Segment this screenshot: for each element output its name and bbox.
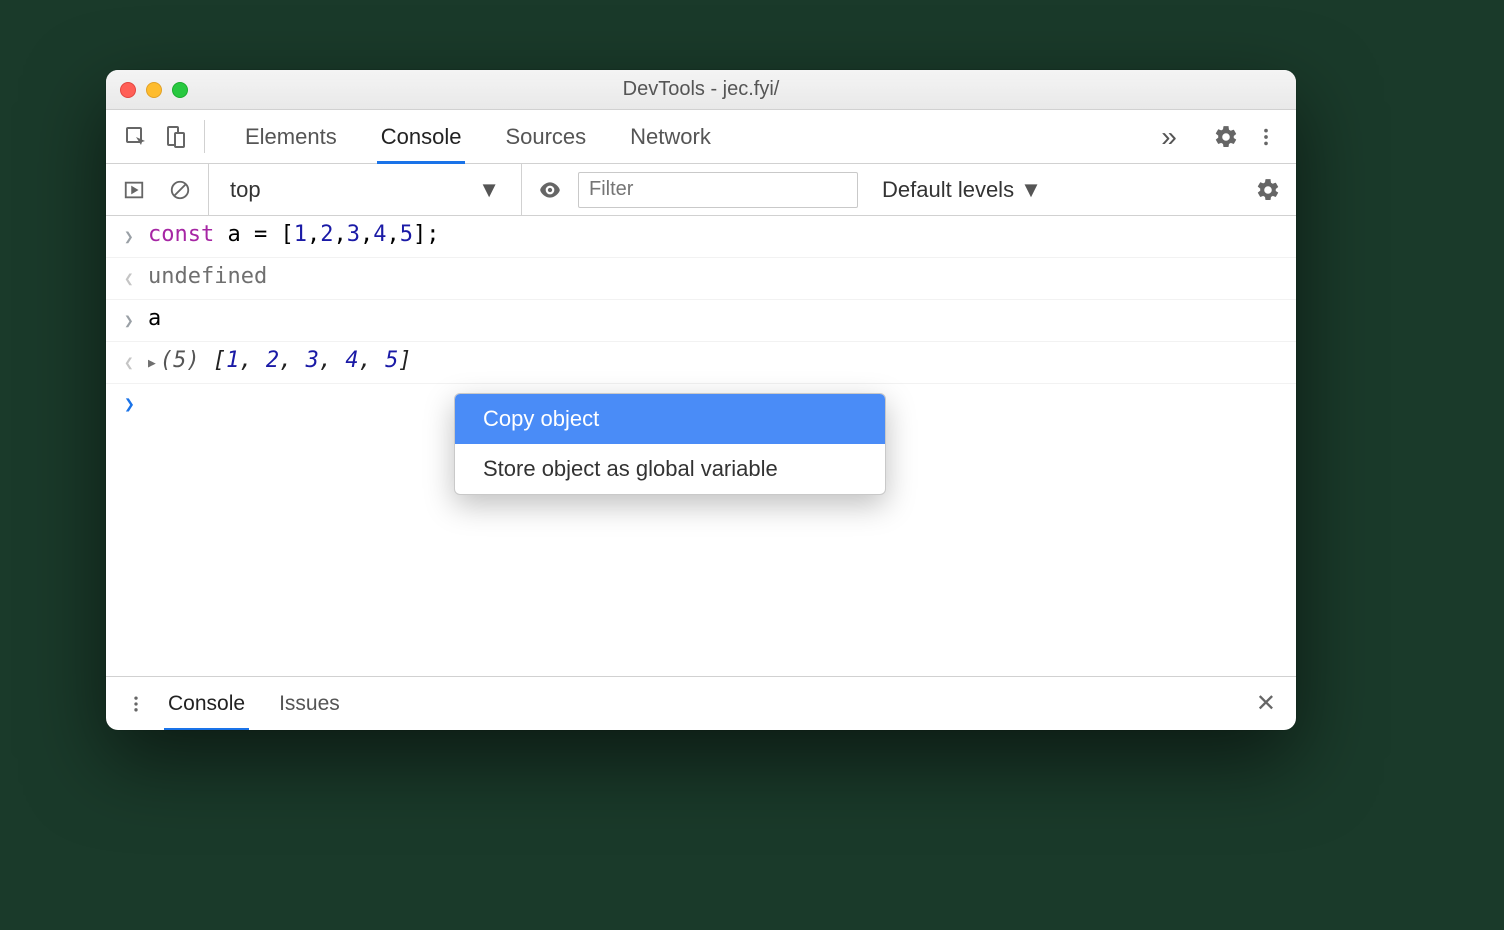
close-drawer-button[interactable]: ✕ [1246, 677, 1286, 730]
console-filter-input[interactable] [578, 172, 858, 208]
expand-object-icon[interactable]: ▶ [148, 356, 156, 371]
console-row[interactable]: ▶(5) [1, 2, 3, 4, 5] [106, 342, 1296, 384]
inspect-element-icon[interactable] [116, 110, 156, 163]
log-levels-selector[interactable]: Default levels ▼ [882, 177, 1042, 203]
context-label: top [230, 177, 261, 203]
input-chevron-icon [124, 222, 134, 253]
clear-console-icon[interactable] [162, 172, 198, 208]
console-row[interactable]: const a = [1,2,3,4,5]; [106, 216, 1296, 258]
console-line-content: a [148, 304, 161, 334]
levels-label: Default levels [882, 177, 1014, 203]
console-line-content: ▶(5) [1, 2, 3, 4, 5] [148, 346, 412, 379]
prompt-chevron-icon [124, 390, 135, 421]
console-line-content: undefined [148, 262, 267, 292]
drawer-tabbar: Console Issues ✕ [106, 676, 1296, 730]
device-toolbar-icon[interactable] [156, 110, 196, 163]
console-row[interactable]: a [106, 300, 1296, 342]
main-tabbar: Elements Console Sources Network » [106, 110, 1296, 164]
input-chevron-icon [124, 306, 134, 337]
console-row[interactable]: undefined [106, 258, 1296, 300]
output-chevron-icon [124, 264, 134, 295]
toggle-sidebar-icon[interactable] [116, 172, 152, 208]
chevron-down-icon: ▼ [1020, 177, 1042, 203]
execution-context-selector[interactable]: top ▼ [215, 172, 515, 208]
drawer-kebab-icon[interactable] [116, 677, 156, 730]
window-titlebar: DevTools - jec.fyi/ [106, 70, 1296, 110]
console-toolbar: top ▼ Default levels ▼ [106, 164, 1296, 216]
console-settings-icon[interactable] [1250, 172, 1286, 208]
settings-icon[interactable] [1206, 110, 1246, 163]
drawer-tab-console[interactable]: Console [166, 677, 247, 730]
chevron-down-icon: ▼ [478, 177, 500, 203]
kebab-menu-icon[interactable] [1246, 110, 1286, 163]
divider [204, 120, 205, 153]
context-menu-item[interactable]: Copy object [455, 394, 885, 444]
output-chevron-icon [124, 348, 134, 379]
tab-sources[interactable]: Sources [503, 110, 588, 163]
drawer-tab-issues[interactable]: Issues [277, 677, 342, 730]
console-line-content: const a = [1,2,3,4,5]; [148, 220, 439, 250]
window-title: DevTools - jec.fyi/ [106, 78, 1296, 101]
context-menu-item[interactable]: Store object as global variable [455, 444, 885, 494]
tab-elements[interactable]: Elements [243, 110, 339, 163]
live-expression-icon[interactable] [532, 172, 568, 208]
tab-network[interactable]: Network [628, 110, 713, 163]
more-tabs-button[interactable]: » [1149, 110, 1189, 163]
context-menu: Copy objectStore object as global variab… [454, 393, 886, 495]
tab-console[interactable]: Console [379, 110, 464, 163]
